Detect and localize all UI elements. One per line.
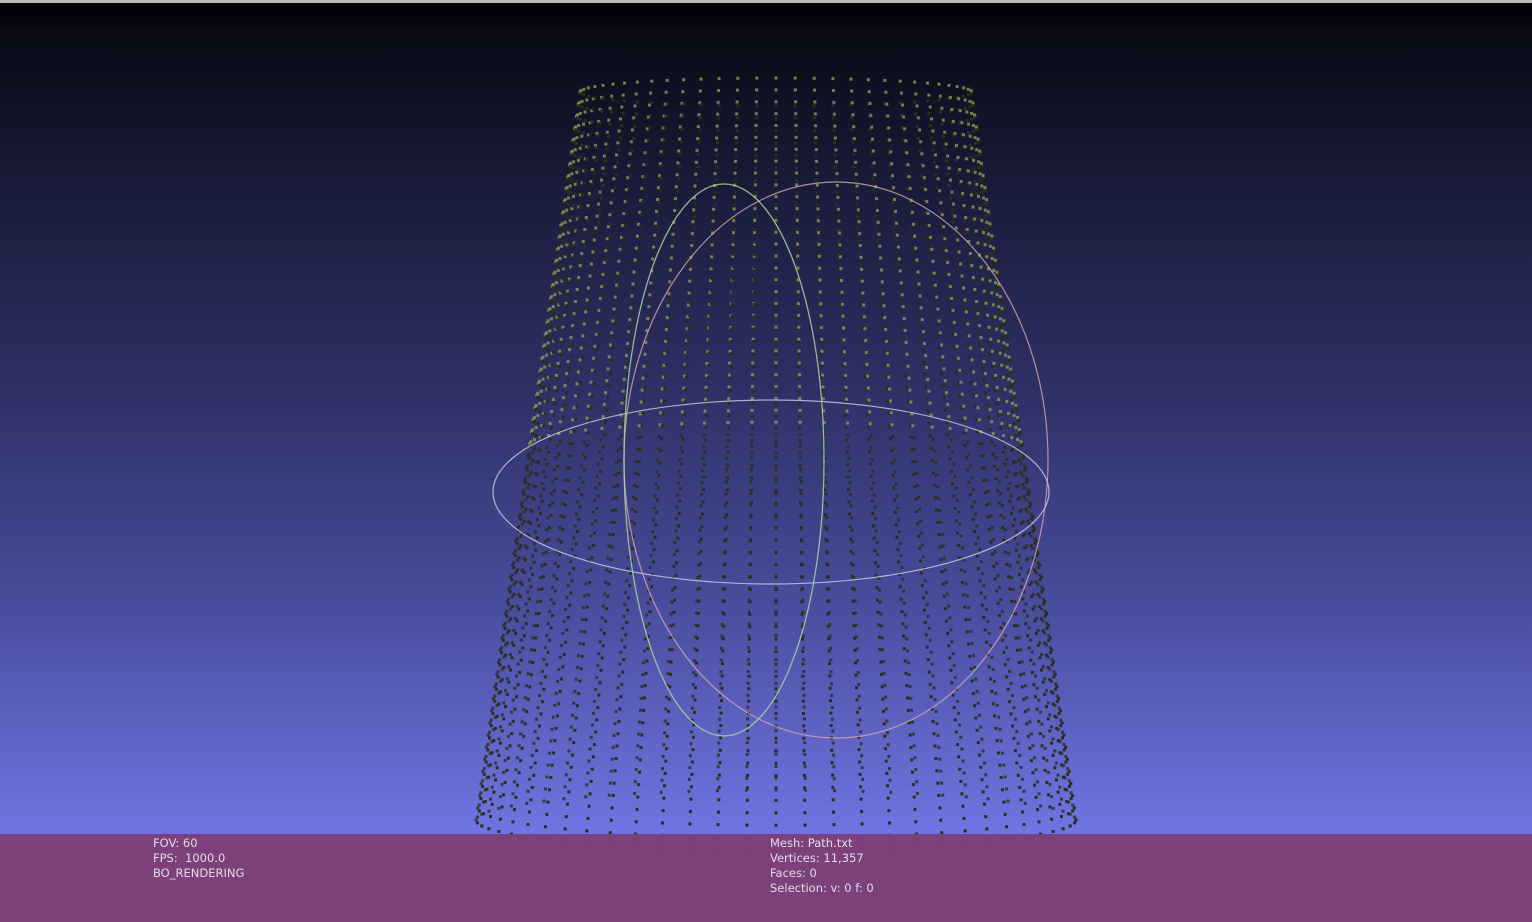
point-column: [480, 93, 586, 828]
point-column: [913, 80, 990, 801]
point-column: [812, 76, 836, 793]
fps-readout: FPS: 1000.0: [153, 851, 226, 865]
point-column: [774, 104, 778, 852]
point-column: [955, 85, 1055, 810]
point-column: [716, 104, 740, 851]
point-column: [947, 97, 1043, 836]
point-column: [966, 87, 1072, 816]
point-column: [487, 94, 590, 831]
point-column: [475, 89, 583, 819]
point-column: [969, 91, 1077, 825]
point-column: [969, 89, 1077, 819]
trackball-vertical-ring-2: [623, 183, 825, 737]
point-column: [509, 97, 605, 836]
point-column: [542, 81, 626, 803]
fov-readout: FOV: 60: [153, 836, 198, 850]
mesh-info-panel: Mesh: Path.txt Vertices: 11,357 Faces: 0…: [770, 836, 874, 896]
trackball-vertical-ring-1: [623, 181, 1049, 739]
point-column: [793, 76, 807, 792]
point-column: [584, 79, 654, 799]
point-column: [774, 76, 778, 792]
point-column: [687, 103, 721, 851]
point-column: [745, 104, 759, 852]
render-mode-readout: BO_RENDERING: [153, 866, 245, 880]
point-column: [926, 81, 1010, 803]
point-column: [955, 95, 1055, 833]
point-column: [497, 95, 597, 833]
point-column: [475, 91, 583, 825]
point-column: [793, 104, 807, 852]
point-column: [745, 76, 759, 792]
point-column: [659, 103, 703, 850]
mesh-name: Mesh: Path.txt: [770, 836, 853, 850]
vertex-count: Vertices: 11,357: [770, 851, 864, 865]
point-column: [831, 77, 865, 793]
point-column: [480, 87, 586, 816]
trackball[interactable]: [492, 181, 1050, 739]
selection-info: Selection: v: 0 f: 0: [770, 881, 874, 895]
3d-viewport[interactable]: FOV: 60 FPS: 1000.0 BO_RENDERING Mesh: P…: [0, 0, 1532, 922]
point-column: [509, 83, 605, 808]
face-count: Faces: 0: [770, 866, 817, 880]
point-column: [962, 94, 1065, 831]
point-column: [898, 79, 968, 799]
render-info-panel: FOV: 60 FPS: 1000.0 BO_RENDERING: [153, 836, 244, 881]
point-cloud-scene[interactable]: [0, 0, 1532, 922]
point-column: [947, 83, 1043, 808]
